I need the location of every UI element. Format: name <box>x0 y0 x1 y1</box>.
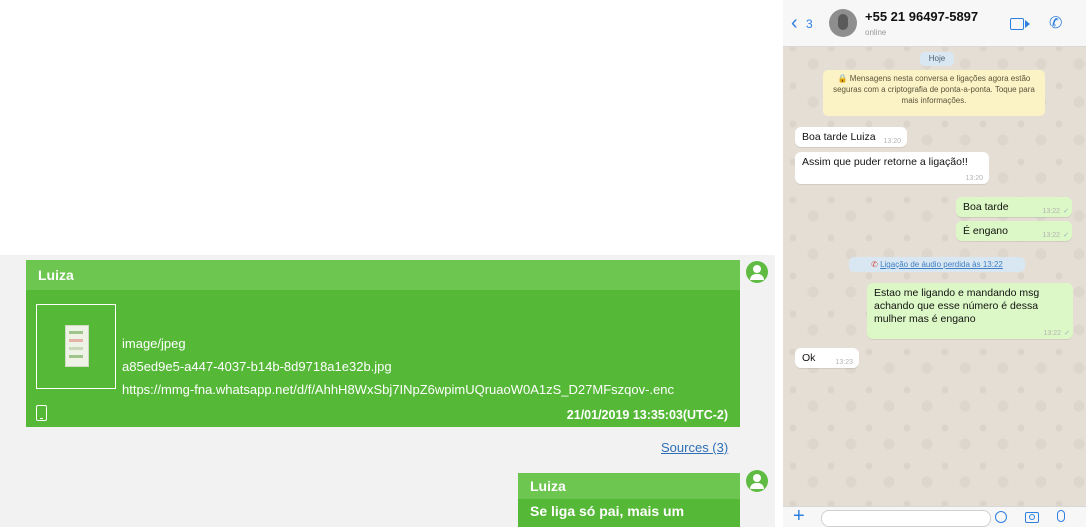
message-bubble-outgoing[interactable]: Estao me ligando e mandando msg achando … <box>867 283 1073 339</box>
image-preview <box>65 325 89 367</box>
message-text: Assim que puder retorne a ligação!! <box>802 156 968 168</box>
message-text: Estao me ligando e mandando msg achando … <box>874 287 1040 325</box>
encryption-notice[interactable]: 🔒 Mensagens nesta conversa e ligações ag… <box>823 70 1045 116</box>
back-chevron-icon[interactable]: ‹ <box>791 13 798 33</box>
unread-count: 3 <box>806 17 813 31</box>
message-text: Boa tarde Luiza <box>802 131 876 143</box>
composer-bar: + <box>783 505 1086 527</box>
missed-call-notice[interactable]: ✆ Ligação de áudio perdida às 13:22 <box>849 257 1025 272</box>
report-panel: Luiza image/jpeg a85ed9e5-a447-4037-b14b… <box>0 255 775 527</box>
message-card-text: Luiza Se liga só pai, mais um <box>518 473 740 527</box>
message-text: Boa tarde <box>963 201 1009 213</box>
attachment-filename: a85ed9e5-a447-4037-b14b-8d9718a1e32b.jpg <box>122 359 392 374</box>
image-thumbnail[interactable] <box>36 304 116 389</box>
message-text: Se liga só pai, mais um <box>530 503 685 519</box>
message-time: 13:23 <box>835 359 853 366</box>
message-timestamp: 21/01/2019 13:35:03(UTC-2) <box>566 408 728 422</box>
microphone-icon[interactable] <box>1057 510 1065 522</box>
phone-call-icon[interactable]: ✆ <box>1049 13 1062 33</box>
sticker-icon[interactable] <box>995 511 1007 523</box>
message-time: 13:22 <box>1042 208 1060 215</box>
message-bubble-incoming[interactable]: Ok 13:23 <box>795 348 859 368</box>
contact-avatar[interactable] <box>829 9 857 37</box>
message-text: É engano <box>963 225 1008 237</box>
message-bubble-outgoing[interactable]: É engano 13:22 ✓ <box>956 221 1072 241</box>
attachment-url: https://mmg-fna.whatsapp.net/d/f/AhhH8Wx… <box>122 382 675 397</box>
sender-name: Luiza <box>26 260 740 290</box>
user-avatar-icon <box>746 261 768 283</box>
chat-header: ‹ 3 +55 21 96497-5897 online ✆ <box>783 0 1086 47</box>
message-card-attachment: Luiza image/jpeg a85ed9e5-a447-4037-b14b… <box>26 260 740 427</box>
attachment-mime: image/jpeg <box>122 336 186 351</box>
message-time: 13:22 <box>1042 232 1060 239</box>
whatsapp-screenshot: ‹ 3 +55 21 96497-5897 online ✆ Hoje 🔒 Me… <box>783 0 1086 527</box>
plus-icon[interactable]: + <box>793 505 805 527</box>
read-check-icon: ✓ <box>1063 232 1069 239</box>
message-time: 13:22 <box>1043 330 1061 337</box>
sender-name: Luiza <box>518 473 740 499</box>
read-check-icon: ✓ <box>1064 330 1070 337</box>
message-bubble-incoming[interactable]: Boa tarde Luiza 13:20 <box>795 127 907 147</box>
missed-call-text: Ligação de áudio perdida às 13:22 <box>880 260 1003 269</box>
camera-icon[interactable] <box>1025 512 1039 523</box>
date-separator: Hoje <box>920 52 954 66</box>
sources-link[interactable]: Sources (3) <box>661 440 728 455</box>
missed-call-icon: ✆ <box>871 260 878 269</box>
contact-status: online <box>865 28 887 37</box>
read-check-icon: ✓ <box>1063 208 1069 215</box>
video-call-icon[interactable] <box>1010 18 1030 30</box>
user-avatar-icon <box>746 470 768 492</box>
message-time: 13:20 <box>965 175 983 182</box>
message-bubble-incoming[interactable]: Assim que puder retorne a ligação!! 13:2… <box>795 152 989 184</box>
contact-name[interactable]: +55 21 96497-5897 <box>865 9 978 24</box>
attachment-meta: image/jpeg a85ed9e5-a447-4037-b14b-8d971… <box>122 332 674 401</box>
message-bubble-outgoing[interactable]: Boa tarde 13:22 ✓ <box>956 197 1072 217</box>
message-input[interactable] <box>821 510 991 527</box>
message-text: Ok <box>802 352 816 364</box>
message-time: 13:20 <box>883 138 901 145</box>
phone-device-icon <box>36 405 47 421</box>
